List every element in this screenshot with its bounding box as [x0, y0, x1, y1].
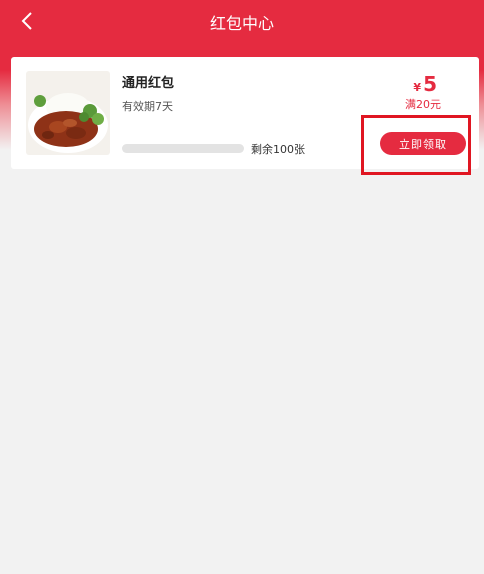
- coupon-validity: 有效期7天: [122, 100, 173, 113]
- coupon-name: 通用红包: [122, 76, 175, 91]
- usage-condition: 满20元: [405, 98, 441, 111]
- currency-symbol: ¥: [413, 81, 422, 94]
- remaining-count: 剩余100张: [251, 143, 305, 156]
- stock-progress-bar: [122, 144, 244, 153]
- nav-bar: 红包中心: [0, 0, 484, 44]
- food-image: [26, 71, 110, 155]
- coupon-amount: ¥ 5: [413, 72, 437, 96]
- page-title: 红包中心: [209, 14, 274, 33]
- amount-value: 5: [423, 72, 437, 96]
- highlight-box: [361, 115, 471, 175]
